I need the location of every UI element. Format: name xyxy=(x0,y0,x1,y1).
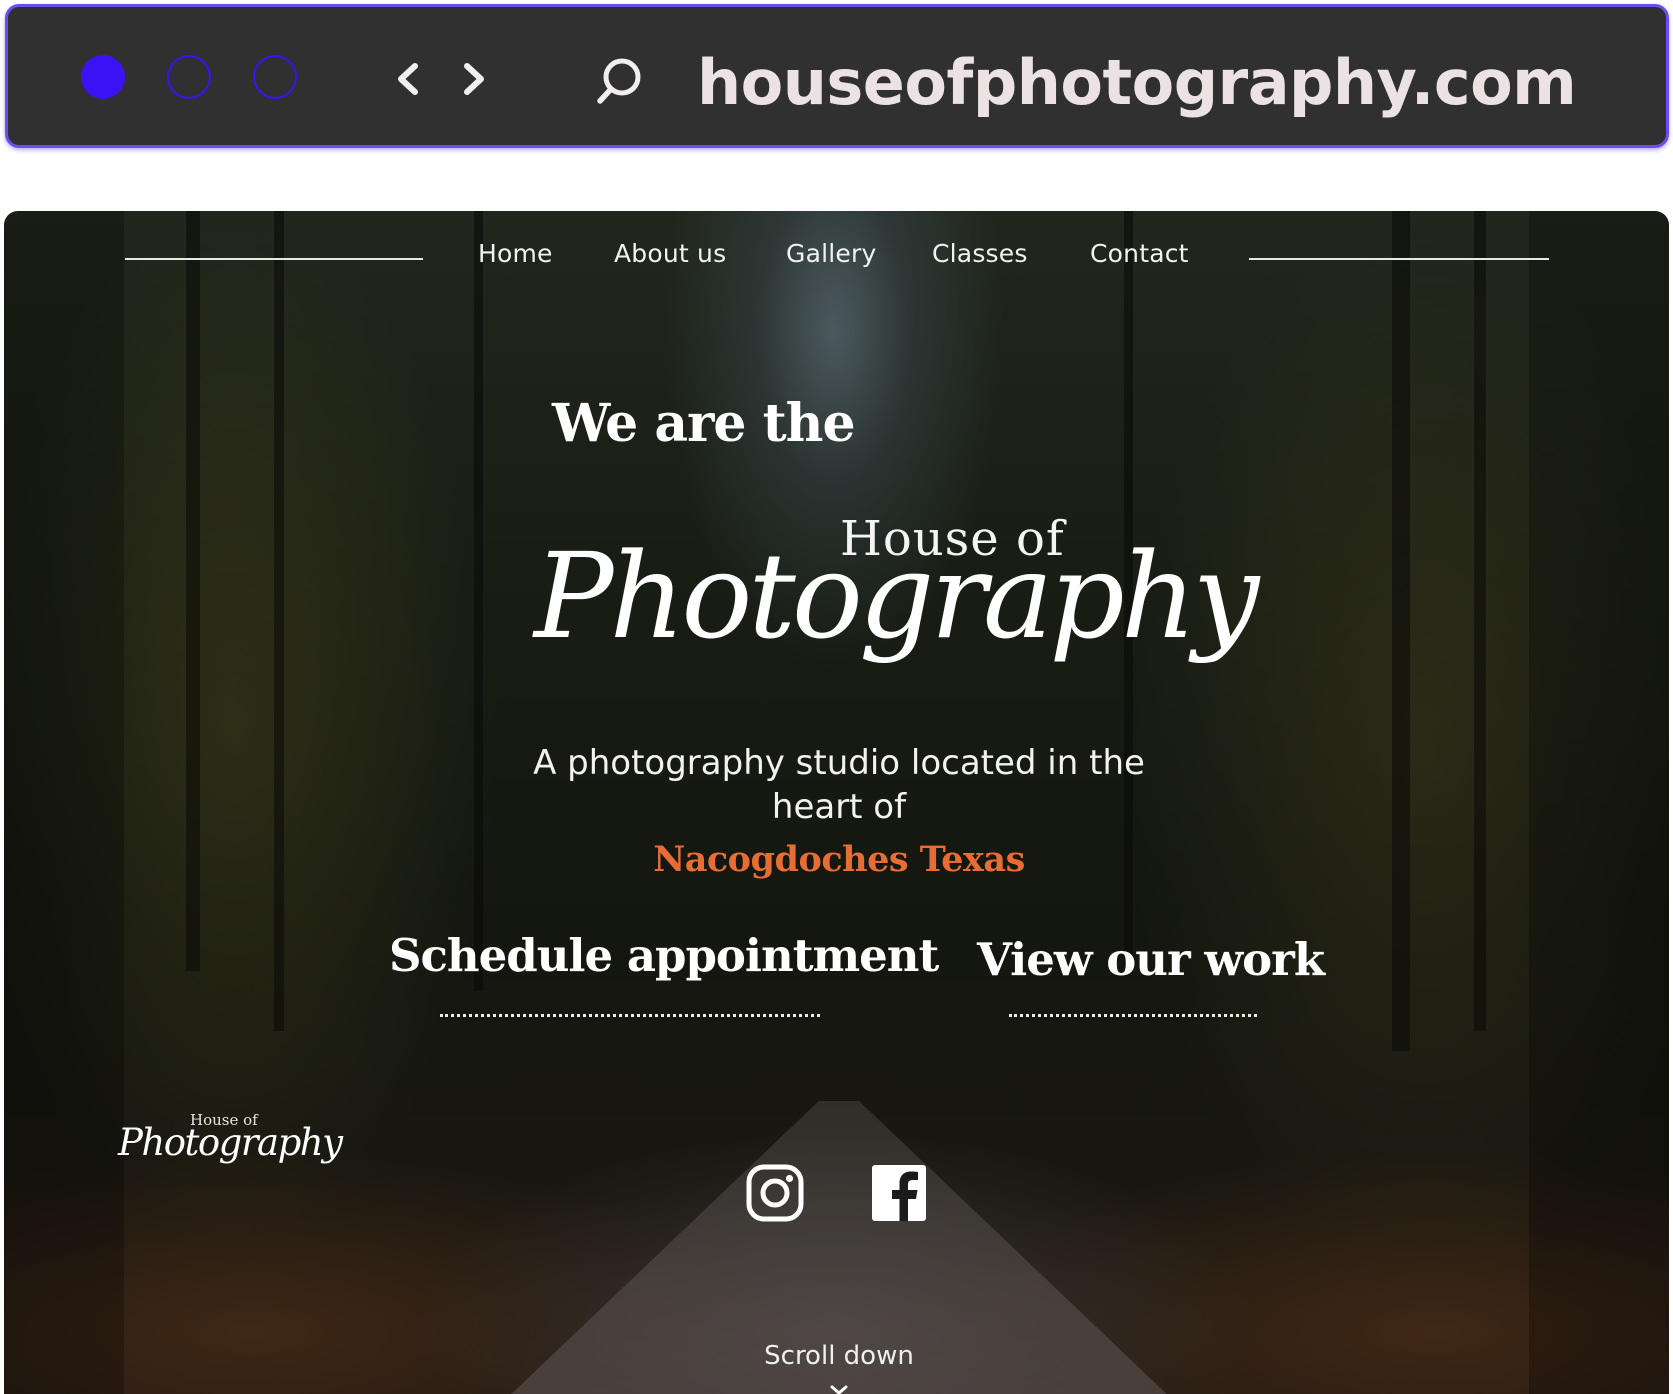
tree-trunk xyxy=(186,211,200,971)
footer-logo-script-text: Photography xyxy=(118,1121,343,1164)
window-close-dot[interactable] xyxy=(81,55,125,99)
hero-location: Nacogdoches Texas xyxy=(653,839,1025,880)
site-navigation: Home About us Gallery Classes Contact xyxy=(4,211,1669,311)
browser-toolbar: houseofphotography.com xyxy=(5,4,1669,148)
forest-shade-left xyxy=(4,211,124,1394)
facebook-icon[interactable] xyxy=(870,1163,930,1223)
tree-trunk xyxy=(474,211,483,991)
window-maximize-dot[interactable] xyxy=(253,55,297,99)
hero-section: Home About us Gallery Classes Contact We… xyxy=(4,211,1669,1394)
address-bar-url[interactable]: houseofphotography.com xyxy=(697,43,1577,123)
tree-trunk xyxy=(1392,211,1410,1051)
back-chevron-icon[interactable] xyxy=(391,60,425,98)
hero-tagline: A photography studio located in the hear… xyxy=(533,743,1145,827)
chevron-down-icon[interactable] xyxy=(830,1385,848,1394)
view-our-work-underline xyxy=(1009,1014,1257,1017)
instagram-icon[interactable] xyxy=(745,1163,805,1223)
nav-divider-right xyxy=(1249,258,1549,260)
nav-link-home[interactable]: Home xyxy=(478,239,553,268)
forest-shade-right xyxy=(1529,211,1669,1394)
nav-link-classes[interactable]: Classes xyxy=(932,239,1028,268)
view-our-work-button[interactable]: View our work xyxy=(977,933,1325,986)
hero-logo-script-text: Photography xyxy=(534,527,1259,665)
hero-headline: We are the xyxy=(552,393,856,454)
nav-link-about-us[interactable]: About us xyxy=(614,239,726,268)
schedule-appointment-underline xyxy=(440,1014,820,1017)
footer-logo[interactable]: House of Photography xyxy=(114,1111,343,1181)
hero-logo: House of Photography xyxy=(534,511,1259,711)
tree-trunk xyxy=(1474,211,1486,1031)
window-minimize-dot[interactable] xyxy=(167,55,211,99)
nav-divider-left xyxy=(125,258,423,260)
schedule-appointment-button[interactable]: Schedule appointment xyxy=(389,929,939,982)
tree-trunk xyxy=(274,211,284,1031)
search-icon[interactable] xyxy=(593,55,645,107)
scroll-down-label[interactable]: Scroll down xyxy=(704,1341,974,1371)
nav-link-contact[interactable]: Contact xyxy=(1090,239,1189,268)
forward-chevron-icon[interactable] xyxy=(457,60,491,98)
nav-link-gallery[interactable]: Gallery xyxy=(786,239,876,268)
